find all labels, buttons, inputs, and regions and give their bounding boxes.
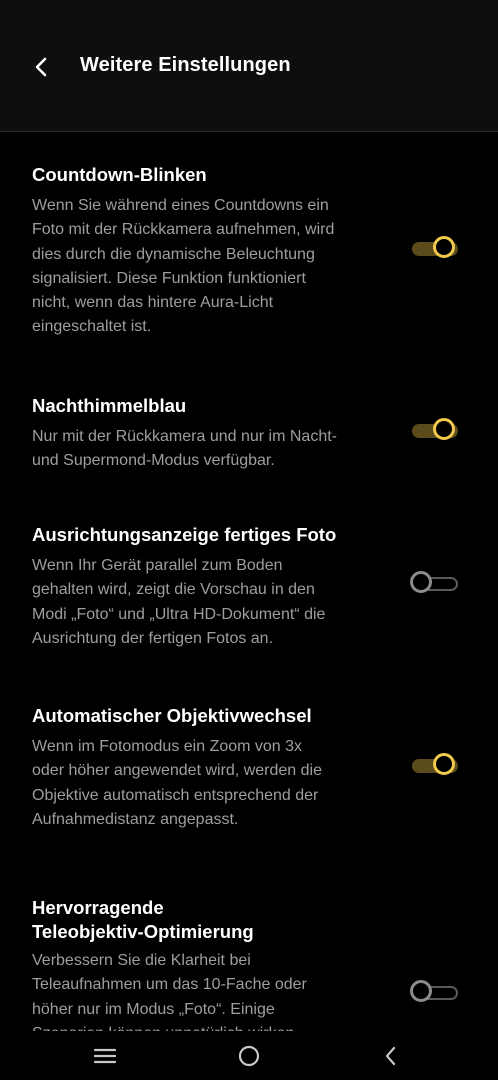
toggle-knob [433, 236, 455, 258]
recent-apps-button[interactable] [88, 1039, 122, 1073]
toggle-knob [410, 980, 432, 1002]
setting-title: Countdown-Blinken [32, 164, 207, 185]
chevron-left-icon [35, 57, 47, 77]
setting-description: Nur mit der Rückkamera und nur im Nacht-… [32, 428, 337, 470]
toggle-knob [433, 418, 455, 440]
setting-description: Verbessern Sie die Klarheit bei Teleaufn… [32, 952, 307, 1031]
setting-title: Hervorragende Teleobjektiv-Optimierung [32, 897, 254, 942]
toggle-switch[interactable] [410, 417, 460, 445]
menu-icon [93, 1048, 117, 1064]
toggle-switch[interactable] [410, 979, 460, 1007]
setting-title: Nachthimmelblau [32, 395, 187, 416]
setting-description: Wenn im Fotomodus ein Zoom von 3x oder h… [32, 738, 322, 828]
back-button[interactable] [22, 47, 62, 87]
page-title: Weitere Einstellungen [80, 54, 291, 76]
setting-description: Wenn Sie während eines Countdowns ein Fo… [32, 197, 335, 336]
toggle-switch[interactable] [410, 752, 460, 780]
home-button[interactable] [232, 1039, 266, 1073]
toggle-knob [433, 753, 455, 775]
home-icon [238, 1045, 260, 1067]
settings-list[interactable]: Countdown-Blinken Wenn Sie während eines… [0, 133, 498, 1031]
app-header: Weitere Einstellungen [0, 0, 498, 132]
nav-back-button[interactable] [374, 1039, 408, 1073]
setting-title: Automatischer Objektivwechsel [32, 705, 312, 726]
setting-title: Ausrichtungsanzeige fertiges Foto [32, 524, 337, 545]
system-navigation-bar [0, 1031, 498, 1080]
back-icon [385, 1046, 396, 1066]
toggle-switch[interactable] [410, 235, 460, 263]
toggle-knob [410, 571, 432, 593]
setting-description: Wenn Ihr Gerät parallel zum Boden gehalt… [32, 557, 326, 647]
toggle-switch[interactable] [410, 570, 460, 598]
